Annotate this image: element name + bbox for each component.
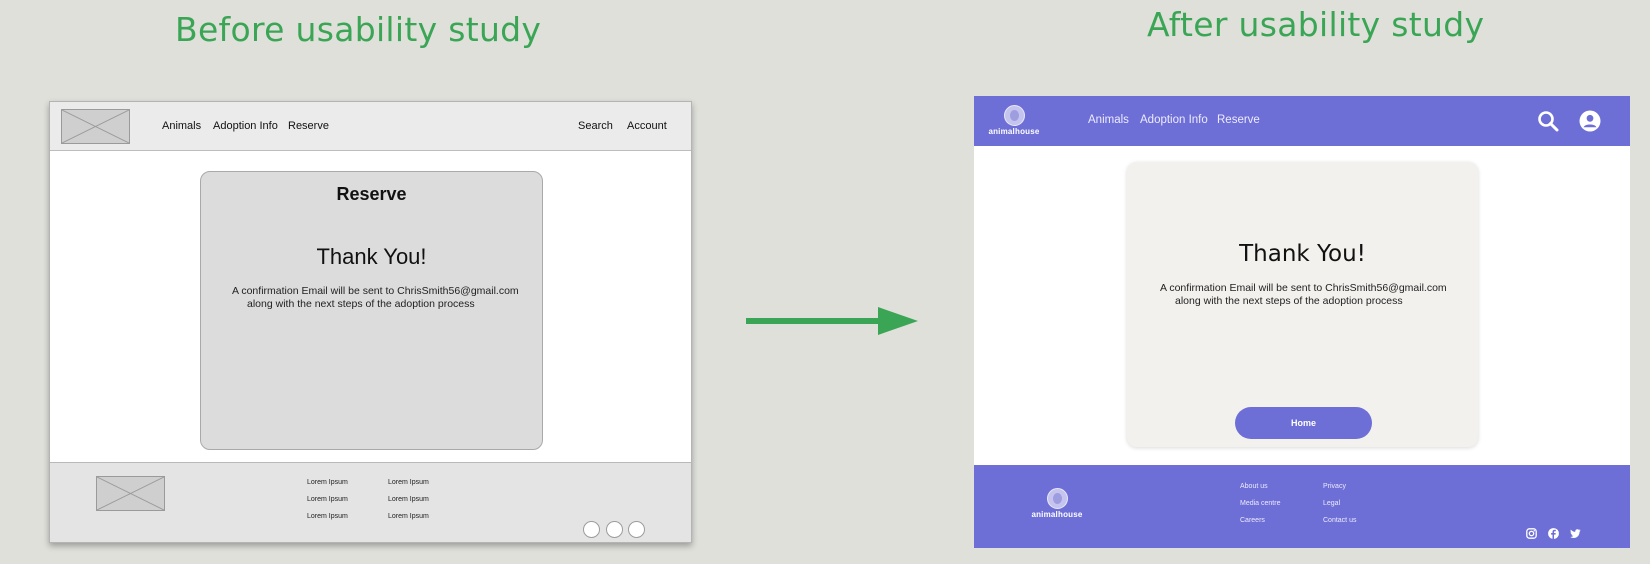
nav-link-reserve[interactable]: Reserve bbox=[1217, 114, 1260, 126]
before-heading: Before usability study bbox=[175, 10, 542, 49]
social-icon-placeholder[interactable] bbox=[606, 521, 623, 538]
nav-link-account[interactable]: Account bbox=[627, 120, 667, 132]
footer-link-media-centre[interactable]: Media centre bbox=[1240, 500, 1280, 507]
nav-link-adoption-info[interactable]: Adoption Info bbox=[1140, 114, 1208, 126]
brand-logo[interactable]: animalhouse bbox=[986, 105, 1042, 136]
logo-placeholder[interactable] bbox=[61, 109, 130, 144]
footer-logo-placeholder[interactable] bbox=[96, 476, 165, 511]
card-title: Reserve bbox=[336, 184, 407, 204]
footer-brand-logo[interactable]: animalhouse bbox=[1029, 488, 1085, 519]
social-icon-placeholder[interactable] bbox=[628, 521, 645, 538]
account-icon[interactable] bbox=[1579, 110, 1601, 132]
confirmation-card: Thank You! A confirmation Email will be … bbox=[1127, 162, 1478, 447]
nav-link-animals[interactable]: Animals bbox=[162, 120, 201, 132]
thank-you-heading: Thank You! bbox=[316, 244, 427, 269]
nav-link-adoption-info[interactable]: Adoption Info bbox=[213, 120, 278, 132]
social-icon-placeholder[interactable] bbox=[583, 521, 600, 538]
footer-link-legal[interactable]: Legal bbox=[1323, 500, 1340, 507]
footer-link[interactable]: Lorem Ipsum bbox=[307, 479, 348, 486]
footer-link-about-us[interactable]: About us bbox=[1240, 483, 1268, 490]
footer-link-careers[interactable]: Careers bbox=[1240, 517, 1265, 524]
paw-icon bbox=[1046, 488, 1068, 509]
brand-name: animalhouse bbox=[988, 127, 1040, 136]
thank-you-heading: Thank You! bbox=[1239, 241, 1366, 267]
confirmation-text-line-1: A confirmation Email will be sent to Chr… bbox=[1160, 282, 1447, 294]
confirmation-text-line-1: A confirmation Email will be sent to Chr… bbox=[232, 285, 519, 297]
confirmation-card: Reserve Thank You! A confirmation Email … bbox=[200, 171, 543, 450]
hifi-navbar: animalhouse Animals Adoption Info Reserv… bbox=[974, 96, 1630, 146]
nav-link-reserve[interactable]: Reserve bbox=[288, 120, 329, 132]
brand-name: animalhouse bbox=[1031, 510, 1083, 519]
wireframe-navbar: Animals Adoption Info Reserve Search Acc… bbox=[50, 102, 691, 151]
instagram-icon[interactable] bbox=[1526, 528, 1537, 539]
home-button[interactable]: Home bbox=[1235, 407, 1372, 439]
wireframe-screen: Animals Adoption Info Reserve Search Acc… bbox=[49, 101, 692, 543]
twitter-icon[interactable] bbox=[1570, 528, 1581, 539]
hifi-screen: animalhouse Animals Adoption Info Reserv… bbox=[974, 96, 1630, 548]
footer-link[interactable]: Lorem Ipsum bbox=[388, 513, 429, 520]
confirmation-text-line-2: along with the next steps of the adoptio… bbox=[247, 298, 475, 310]
footer-link-privacy[interactable]: Privacy bbox=[1323, 483, 1346, 490]
paw-icon bbox=[1003, 105, 1025, 126]
facebook-icon[interactable] bbox=[1548, 528, 1559, 539]
search-icon[interactable] bbox=[1537, 110, 1559, 132]
hifi-footer: animalhouse About us Media centre Career… bbox=[974, 465, 1630, 548]
footer-link[interactable]: Lorem Ipsum bbox=[388, 496, 429, 503]
footer-link[interactable]: Lorem Ipsum bbox=[307, 513, 348, 520]
nav-link-animals[interactable]: Animals bbox=[1088, 114, 1129, 126]
arrow-icon bbox=[746, 307, 918, 335]
footer-link[interactable]: Lorem Ipsum bbox=[307, 496, 348, 503]
wireframe-footer: Lorem Ipsum Lorem Ipsum Lorem Ipsum Lore… bbox=[50, 462, 691, 542]
after-heading: After usability study bbox=[1147, 5, 1485, 44]
footer-link[interactable]: Lorem Ipsum bbox=[388, 479, 429, 486]
footer-link-contact-us[interactable]: Contact us bbox=[1323, 517, 1356, 524]
confirmation-text-line-2: along with the next steps of the adoptio… bbox=[1175, 295, 1403, 307]
nav-link-search[interactable]: Search bbox=[578, 120, 613, 132]
